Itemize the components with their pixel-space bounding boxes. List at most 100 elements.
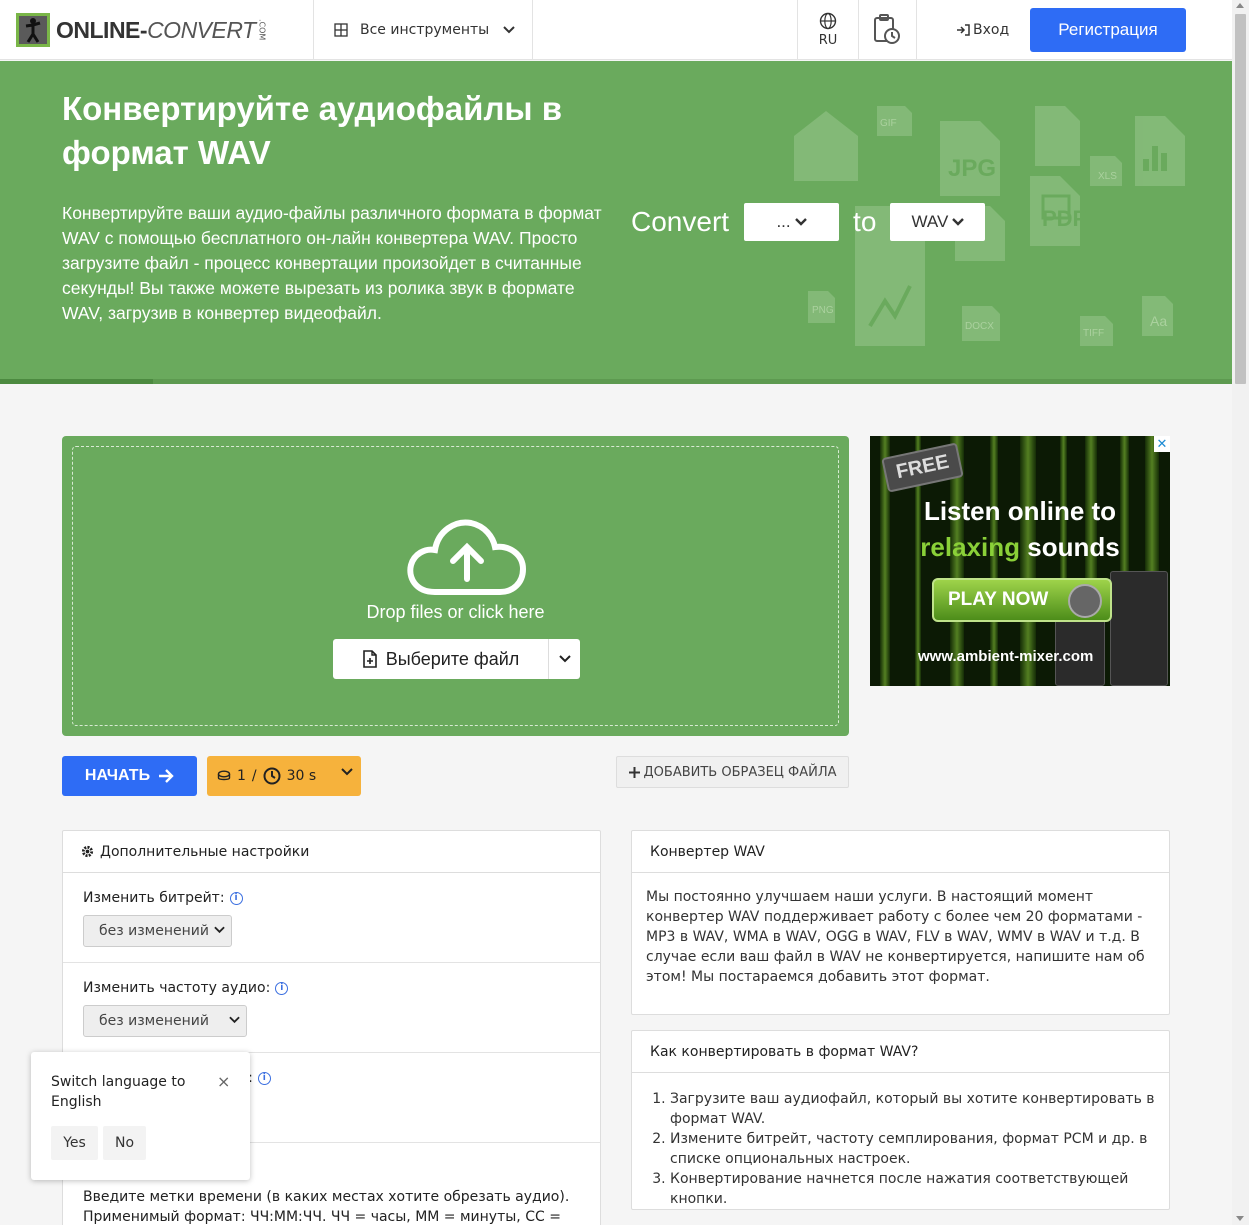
svg-text:JPG: JPG <box>948 155 996 182</box>
howto-panel: Как конвертировать в формат WAV? Загрузи… <box>631 1030 1170 1210</box>
source-format-select[interactable]: ... <box>744 203 840 241</box>
credits-separator: / <box>251 768 257 784</box>
clock-icon <box>263 767 281 785</box>
logo-text: ONLINE-CONVERT <box>56 16 256 43</box>
choose-file-button[interactable]: Выберите файл <box>333 639 549 679</box>
arrow-right-icon <box>159 769 174 783</box>
switch-language-popup: Switch language to English × Yes No <box>31 1052 250 1180</box>
history-button[interactable] <box>858 0 916 60</box>
frequency-setting: Изменить частоту аудио: i без изменений <box>63 963 600 1053</box>
divider <box>313 0 314 60</box>
chevron-down-icon <box>341 768 353 776</box>
globe-icon <box>819 12 837 30</box>
svg-text:Aa: Aa <box>1150 313 1167 329</box>
close-icon[interactable]: × <box>217 1072 230 1091</box>
info-icon[interactable]: i <box>257 1071 271 1085</box>
format-selector: Convert ... to WAV <box>631 203 986 241</box>
scrollbar[interactable] <box>1232 0 1249 1225</box>
grid-icon <box>334 23 348 37</box>
chevron-down-icon <box>503 26 515 34</box>
file-plus-icon <box>362 650 377 668</box>
choose-file-label: Выберите файл <box>385 648 520 669</box>
scroll-thumb[interactable] <box>1235 14 1246 384</box>
credits-time: 30 s <box>286 768 317 784</box>
chevron-down-icon <box>229 1016 240 1024</box>
hero-accent-line <box>0 379 153 384</box>
info-icon[interactable]: i <box>229 891 243 905</box>
ad-subheadline: relaxing sounds <box>920 532 1120 562</box>
target-format-value: WAV <box>911 212 949 231</box>
list-item: Измените битрейт, частоту семплирования,… <box>670 1129 1155 1169</box>
frequency-label: Изменить частоту аудио: i <box>83 980 289 996</box>
convert-label: Convert <box>631 206 730 237</box>
register-button[interactable]: Регистрация <box>1030 8 1186 52</box>
trim-description: Введите метки времени (в каких местах хо… <box>83 1189 570 1225</box>
language-code: RU <box>818 33 838 48</box>
converter-info-panel: Конвертер WAV Мы постоянно улучшаем наши… <box>631 830 1170 1015</box>
start-button[interactable]: НАЧАТЬ <box>62 756 197 796</box>
upload-source-dropdown[interactable] <box>549 639 580 679</box>
hero-accent-line <box>153 379 1232 384</box>
chevron-down-icon <box>214 926 225 934</box>
divider <box>916 0 917 60</box>
language-switcher[interactable]: RU <box>798 0 858 60</box>
credits-dropdown[interactable]: 1 / 30 s <box>207 756 361 796</box>
chevron-down-icon <box>794 218 807 226</box>
no-button[interactable]: No <box>103 1126 146 1160</box>
howto-steps: Загрузите ваш аудиофайл, который вы хоти… <box>632 1073 1169 1209</box>
chevron-down-icon <box>952 218 965 226</box>
frequency-select[interactable]: без изменений <box>83 1005 247 1037</box>
cloud-upload-icon <box>407 519 527 595</box>
login-label: Вход <box>973 22 1010 38</box>
bitrate-label: Изменить битрейт: i <box>83 890 243 906</box>
divider <box>532 0 533 60</box>
svg-text:XLS: XLS <box>1098 171 1117 182</box>
advertisement-banner[interactable]: FREE Listen online to relaxing sounds PL… <box>870 436 1170 686</box>
chevron-down-icon <box>558 655 571 663</box>
svg-text:TIFF: TIFF <box>1083 328 1104 339</box>
login-link[interactable]: Вход <box>956 0 1009 60</box>
drop-zone[interactable]: Drop files or click here Выберите файл <box>72 446 839 726</box>
settings-title: Дополнительные настройки <box>100 843 310 860</box>
svg-text:GIF: GIF <box>880 118 897 129</box>
svg-text:PNG: PNG <box>812 305 834 316</box>
list-item: Конвертирование начнется после нажатия с… <box>670 1169 1155 1209</box>
gear-icon <box>81 845 94 858</box>
start-label: НАЧАТЬ <box>84 767 151 784</box>
all-tools-label: Все инструменты <box>360 22 490 38</box>
bitrate-select[interactable]: без изменений <box>83 915 232 947</box>
coin-icon <box>217 770 231 781</box>
ad-play-now-button[interactable]: PLAY NOW <box>932 578 1112 622</box>
add-sample-label: ДОБАВИТЬ ОБРАЗЕЦ ФАЙЛА <box>643 764 837 780</box>
all-tools-menu[interactable]: Все инструменты <box>334 0 515 60</box>
popup-message: Switch language to English <box>51 1074 186 1110</box>
drop-text: Drop files or click here <box>366 602 545 622</box>
svg-text:PDF: PDF <box>1042 206 1086 231</box>
svg-text:DOCX: DOCX <box>965 321 994 332</box>
ad-url: www.ambient-mixer.com <box>918 648 1094 665</box>
target-format-select[interactable]: WAV <box>890 203 986 241</box>
scroll-down-arrow-icon[interactable] <box>1236 1216 1244 1221</box>
site-logo[interactable]: ONLINE-CONVERT .COM <box>16 12 267 48</box>
ad-close-icon[interactable]: ✕ <box>1154 436 1170 452</box>
yes-button[interactable]: Yes <box>51 1126 98 1160</box>
page-title: Конвертируйте аудиофайлы в формат WAV <box>62 90 563 171</box>
add-sample-file-button[interactable]: ДОБАВИТЬ ОБРАЗЕЦ ФАЙЛА <box>616 756 849 788</box>
top-navbar: ONLINE-CONVERT .COM Все инструменты RU В… <box>0 0 1232 60</box>
credits-count: 1 <box>237 768 246 784</box>
logo-figure-icon <box>16 13 50 47</box>
info-icon[interactable]: i <box>275 981 289 995</box>
list-item: Загрузите ваш аудиофайл, который вы хоти… <box>670 1089 1155 1129</box>
scroll-up-arrow-icon[interactable] <box>1236 3 1244 8</box>
hero-banner: JPG PDF GIF XLS PNG DOCX TIFF Aa Конверт… <box>0 61 1232 384</box>
settings-header: Дополнительные настройки <box>63 831 600 873</box>
clipboard-clock-icon <box>874 14 900 44</box>
logo-com: .COM <box>257 19 267 41</box>
converter-info-body: Мы постоянно улучшаем наши услуги. В нас… <box>646 889 1145 985</box>
ad-headline: Listen online to <box>923 496 1117 526</box>
hero-description: Конвертируйте ваши аудио-файлы различног… <box>62 203 602 323</box>
to-label: to <box>853 206 877 237</box>
upload-area[interactable]: Drop files or click here Выберите файл <box>62 436 849 736</box>
source-format-value: ... <box>776 212 791 231</box>
bitrate-setting: Изменить битрейт: i без изменений <box>63 873 600 963</box>
